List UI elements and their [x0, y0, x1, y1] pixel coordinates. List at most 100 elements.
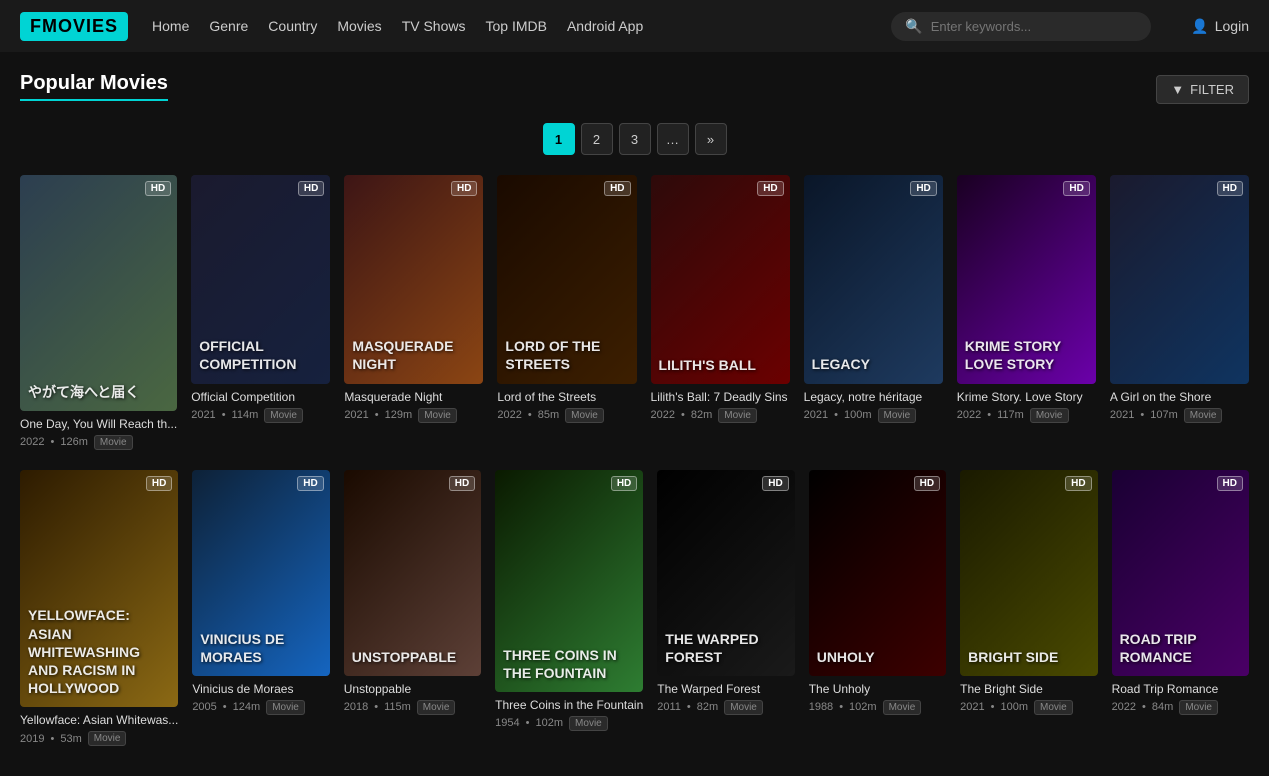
movie-card[interactable]: HD THE WARPED FOREST The Warped Forest 2… — [657, 470, 794, 746]
movie-title: One Day, You Will Reach th... — [20, 417, 177, 431]
movie-meta: 1954 • 102m Movie — [495, 716, 643, 731]
filter-button[interactable]: ▼ FILTER — [1156, 75, 1249, 104]
movie-type-badge: Movie — [88, 731, 127, 746]
movie-year: 2005 — [192, 701, 216, 713]
nav-genre[interactable]: Genre — [209, 18, 248, 34]
hd-badge: HD — [1217, 181, 1243, 196]
movie-duration: 107m — [1150, 409, 1178, 421]
hd-badge: HD — [910, 181, 936, 196]
hd-badge: HD — [451, 181, 477, 196]
movie-card[interactable]: HD UNHOLY The Unholy 1988 • 102m Movie — [809, 470, 946, 746]
movie-title: The Warped Forest — [657, 682, 794, 696]
nav-topimdb[interactable]: Top IMDB — [486, 18, 547, 34]
movie-year: 1954 — [495, 717, 519, 729]
movie-year: 2021 — [804, 409, 828, 421]
hd-badge: HD — [1065, 476, 1091, 491]
movie-duration: 126m — [60, 436, 88, 448]
movie-poster: HD やがて海へと届く — [20, 175, 177, 411]
search-icon: 🔍 — [905, 18, 922, 35]
movie-duration: 124m — [233, 701, 261, 713]
movie-card[interactable]: HD Krime Story Love Story Krime Story. L… — [957, 175, 1096, 450]
movie-duration: 129m — [385, 409, 413, 421]
movie-card[interactable]: HD YELLOWFACE: Asian Whitewashing and Ra… — [20, 470, 178, 746]
movie-type-badge: Movie — [1030, 408, 1069, 423]
movie-duration: 85m — [538, 409, 559, 421]
movie-year: 2021 — [1110, 409, 1134, 421]
poster-text: Lilith's BALL — [659, 356, 782, 374]
search-input[interactable] — [931, 19, 1138, 34]
movie-year: 2011 — [657, 701, 681, 713]
movie-meta: 2011 • 82m Movie — [657, 700, 794, 715]
page-btn-1[interactable]: 1 — [543, 123, 575, 155]
page-btn-next[interactable]: » — [695, 123, 727, 155]
movie-year: 2022 — [957, 409, 981, 421]
movie-grid-row1: HD やがて海へと届く One Day, You Will Reach th..… — [20, 175, 1249, 450]
logo[interactable]: FMOVIES — [20, 12, 128, 41]
poster-text: Three Coins in the Fountain — [503, 646, 635, 682]
poster-text: やがて海へと届く — [28, 383, 169, 401]
movie-card[interactable]: HD BRIGHT SIDE The Bright Side 2021 • 10… — [960, 470, 1097, 746]
movie-card[interactable]: HD UNSTOPPABLE Unstoppable 2018 • 115m M… — [344, 470, 481, 746]
movie-title: Road Trip Romance — [1112, 682, 1249, 696]
movie-meta: 2021 • 129m Movie — [344, 408, 483, 423]
page-title: Popular Movies — [20, 72, 168, 101]
movie-type-badge: Movie — [1034, 700, 1073, 715]
poster-text: VINICIUS DE MORAES — [200, 630, 321, 666]
movie-year: 2018 — [344, 701, 368, 713]
meta-separator: • — [1142, 701, 1146, 713]
nav-movies[interactable]: Movies — [337, 18, 381, 34]
movie-duration: 100m — [1000, 701, 1028, 713]
movie-poster: HD BRIGHT SIDE — [960, 470, 1097, 676]
nav-tvshows[interactable]: TV Shows — [402, 18, 466, 34]
hd-badge: HD — [449, 476, 475, 491]
movie-duration: 100m — [844, 409, 872, 421]
movie-year: 2021 — [960, 701, 984, 713]
nav-androidapp[interactable]: Android App — [567, 18, 643, 34]
movie-meta: 2022 • 85m Movie — [497, 408, 636, 423]
movie-card[interactable]: HD Lilith's BALL Lilith's Ball: 7 Deadly… — [651, 175, 790, 450]
movie-duration: 114m — [232, 409, 259, 421]
filter-icon: ▼ — [1171, 82, 1184, 97]
page-btn-ellipsis[interactable]: … — [657, 123, 689, 155]
movie-title: Official Competition — [191, 390, 330, 404]
hd-badge: HD — [604, 181, 630, 196]
user-icon: 👤 — [1191, 18, 1208, 35]
nav-home[interactable]: Home — [152, 18, 189, 34]
movie-card[interactable]: HD Lord of the STREETS Lord of the Stree… — [497, 175, 636, 450]
movie-card[interactable]: HD OFFICIAL COMPETITION Official Competi… — [191, 175, 330, 450]
movie-title: Legacy, notre héritage — [804, 390, 943, 404]
poster-text: BRIGHT SIDE — [968, 648, 1089, 666]
movie-card[interactable]: HD A Girl on the Shore 2021 • 107m Movie — [1110, 175, 1249, 450]
movie-card[interactable]: HD VINICIUS DE MORAES Vinicius de Moraes… — [192, 470, 329, 746]
movie-meta: 1988 • 102m Movie — [809, 700, 946, 715]
movie-card[interactable]: HD Three Coins in the Fountain Three Coi… — [495, 470, 643, 746]
movie-title: A Girl on the Shore — [1110, 390, 1249, 404]
poster-text: ROAD TRIP ROMANCE — [1120, 630, 1241, 666]
pagination: 1 2 3 … » — [20, 123, 1249, 155]
login-button[interactable]: 👤 Login — [1191, 18, 1249, 35]
meta-separator: • — [528, 409, 532, 421]
movie-poster: HD Three Coins in the Fountain — [495, 470, 643, 692]
meta-separator: • — [681, 409, 685, 421]
movie-card[interactable]: HD LEGACY Legacy, notre héritage 2021 • … — [804, 175, 943, 450]
page-btn-2[interactable]: 2 — [581, 123, 613, 155]
movie-duration: 82m — [697, 701, 718, 713]
nav-country[interactable]: Country — [268, 18, 317, 34]
movie-card[interactable]: HD やがて海へと届く One Day, You Will Reach th..… — [20, 175, 177, 450]
movie-year: 2021 — [344, 409, 368, 421]
meta-separator: • — [526, 717, 530, 729]
hd-badge: HD — [1063, 181, 1089, 196]
page-btn-3[interactable]: 3 — [619, 123, 651, 155]
movie-meta: 2021 • 100m Movie — [960, 700, 1097, 715]
nav-links: Home Genre Country Movies TV Shows Top I… — [152, 18, 643, 34]
movie-duration: 102m — [849, 701, 877, 713]
hd-badge: HD — [1217, 476, 1243, 491]
movie-poster: HD OFFICIAL COMPETITION — [191, 175, 330, 384]
movie-type-badge: Movie — [883, 700, 922, 715]
movie-card[interactable]: HD MASQUERADE NIGHT Masquerade Night 202… — [344, 175, 483, 450]
movie-poster: HD THE WARPED FOREST — [657, 470, 794, 676]
movie-title: The Bright Side — [960, 682, 1097, 696]
movie-card[interactable]: HD ROAD TRIP ROMANCE Road Trip Romance 2… — [1112, 470, 1249, 746]
movie-duration: 84m — [1152, 701, 1173, 713]
movie-type-badge: Movie — [569, 716, 608, 731]
